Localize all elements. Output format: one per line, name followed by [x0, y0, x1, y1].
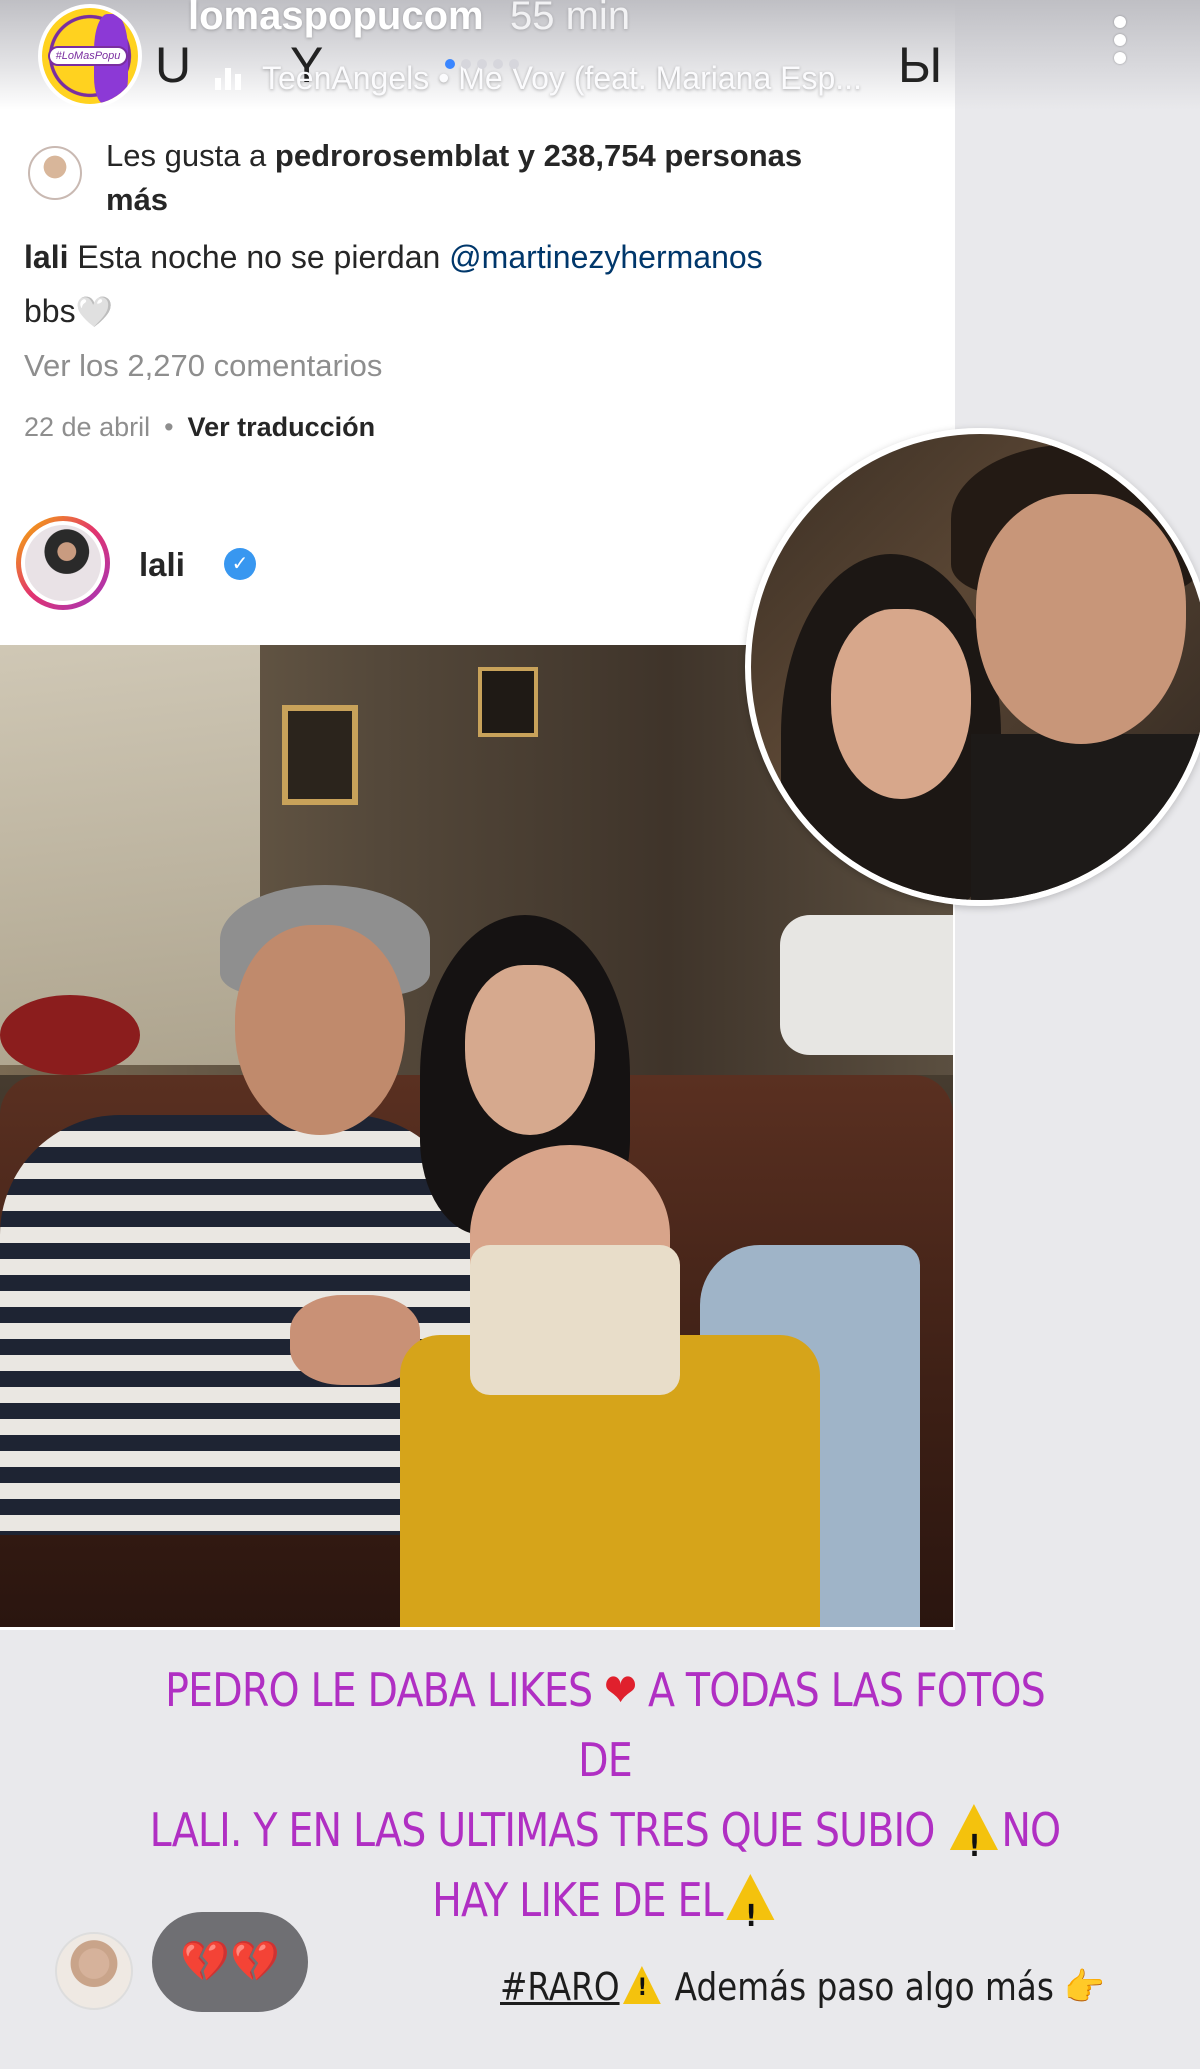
story-time: 55 min — [510, 0, 631, 38]
story-avatar[interactable]: #LoMasPopu — [38, 4, 142, 108]
story-song[interactable]: TeenAngels • Me Voy (feat. Mariana Esp..… — [262, 60, 862, 97]
logo-text: #LoMasPopu — [48, 46, 128, 66]
carousel-dots — [445, 56, 555, 69]
likes-text: Les gusta a pedrorosemblat y 238,754 per… — [106, 138, 803, 217]
post-caption: lali Esta noche no se pierdan @martinezy… — [24, 230, 924, 340]
liker-avatar[interactable] — [28, 146, 82, 200]
separator-dot: • — [164, 412, 174, 442]
partial-glyph-h: Ы — [898, 37, 943, 93]
red-heart-icon: ❤ — [604, 1663, 637, 1717]
more-vertical-icon[interactable] — [1108, 16, 1132, 76]
warning-icon — [726, 1874, 775, 1952]
white-heart-icon: 🤍 — [75, 295, 114, 330]
emoji-reply-bubble[interactable]: 💔💔 — [152, 1912, 308, 2012]
pointing-hand-icon: 👉 — [1064, 1965, 1105, 2009]
view-comments-link[interactable]: Ver los 2,270 comentarios — [24, 348, 382, 384]
hashtag-line: #RARO Además paso algo más 👉 — [500, 1965, 1105, 2010]
story-username[interactable]: lomaspopucom — [188, 0, 484, 39]
post-date-row: 22 de abril • Ver traducción — [24, 412, 375, 443]
reply-avatar[interactable] — [55, 1932, 133, 2010]
translate-link[interactable]: Ver traducción — [188, 412, 376, 442]
verified-badge-icon: ✓ — [224, 548, 256, 580]
circle-inset-photo — [745, 428, 1200, 906]
story-overlay-text: PEDRO LE DABA LIKES ❤ A TODAS LAS FOTOS … — [136, 1655, 1073, 1952]
warning-icon — [622, 1966, 661, 2004]
hashtag-raro[interactable]: #RARO — [500, 1965, 620, 2009]
warning-icon — [949, 1804, 998, 1882]
post-date: 22 de abril — [24, 412, 151, 442]
author-avatar[interactable] — [16, 516, 110, 610]
woman-on-sofa — [400, 915, 920, 1627]
partial-glyph-u: U — [155, 37, 192, 93]
story-header: #LoMasPopu U Y Ы lomaspopucom 55 min Tee… — [0, 0, 1200, 110]
liker-username[interactable]: pedrorosemblat — [275, 138, 509, 173]
music-bars-icon — [215, 68, 245, 92]
caption-username[interactable]: lali — [24, 239, 68, 275]
caption-mention[interactable]: @martinezyhermanos — [449, 239, 762, 275]
author-username[interactable]: lali — [139, 546, 185, 584]
